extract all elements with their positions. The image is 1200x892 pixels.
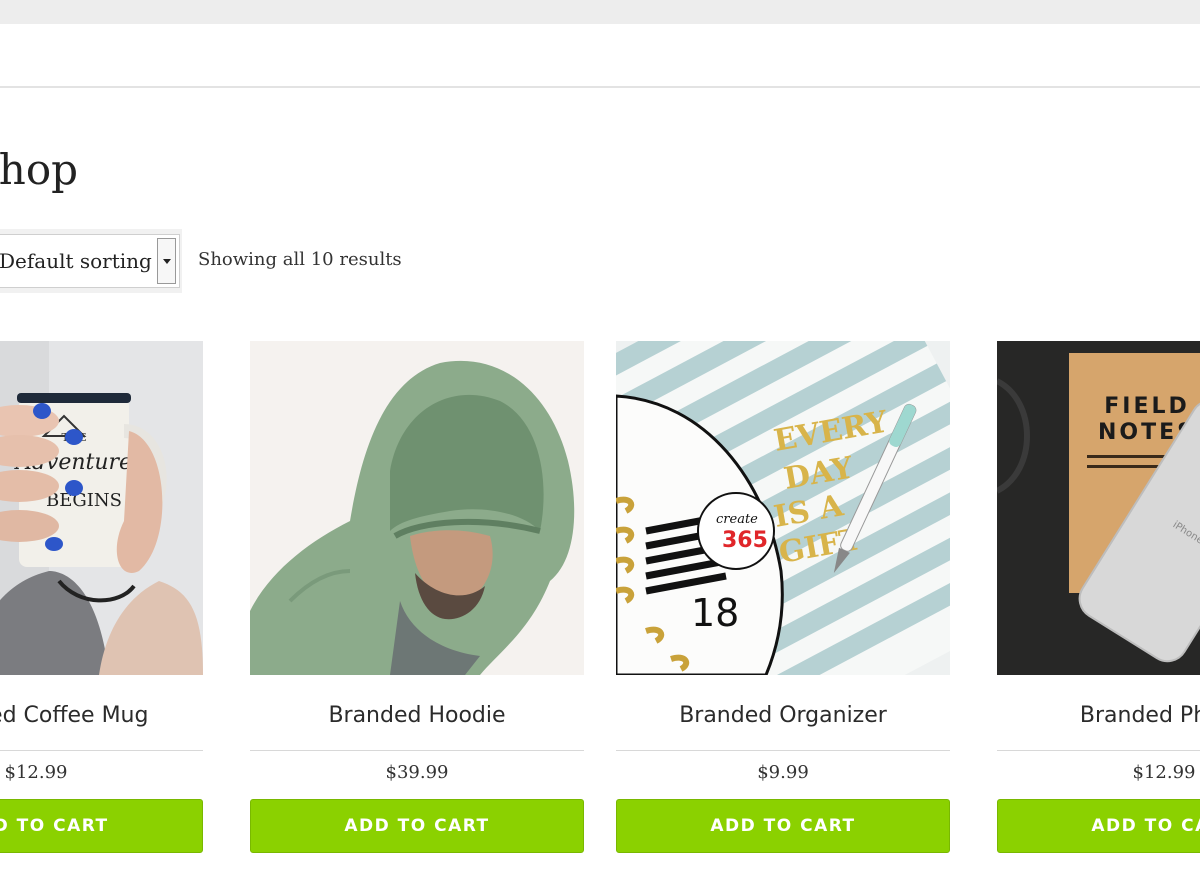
sort-control: Default sorting <box>0 229 182 293</box>
product-divider <box>997 750 1200 751</box>
product-image-organizer[interactable]: EVERY DAY IS A GIFT create 365 18 <box>616 341 950 675</box>
mug-text-begins: BEGINS <box>46 490 122 511</box>
organizer-text-365: 365 <box>722 528 768 553</box>
product-title[interactable]: Branded Coffee Mug <box>0 703 203 728</box>
product-title[interactable]: Branded Phone <box>997 703 1200 728</box>
product-divider <box>250 750 584 751</box>
shop-page: Shop Default sorting Showing all 10 resu… <box>0 0 1200 892</box>
product-card: FIELD NOTES iPhone Branded Phone $12.99 … <box>997 341 1200 853</box>
product-title[interactable]: Branded Organizer <box>616 703 950 728</box>
sort-select[interactable]: Default sorting <box>0 234 180 288</box>
product-image-phone[interactable]: FIELD NOTES iPhone <box>997 341 1200 675</box>
product-divider <box>0 750 203 751</box>
product-image-hoodie[interactable] <box>250 341 584 675</box>
product-price: $9.99 <box>757 762 809 783</box>
product-card: Branded Hoodie $39.99 ADD TO CART <box>250 341 584 853</box>
organizer-text-18: 18 <box>691 591 739 635</box>
add-to-cart-button[interactable]: ADD TO CART <box>997 799 1200 853</box>
dropdown-arrow-icon[interactable] <box>157 238 176 284</box>
phone-text-field: FIELD <box>1104 394 1190 419</box>
product-card: THE Adventure BEGINS Branded Coffee Mug … <box>0 341 203 853</box>
add-to-cart-button[interactable]: ADD TO CART <box>0 799 203 853</box>
product-card: EVERY DAY IS A GIFT create 365 18 Brande… <box>616 341 950 853</box>
product-price: $12.99 <box>1132 762 1196 783</box>
product-image-mug[interactable]: THE Adventure BEGINS <box>0 341 203 675</box>
sort-selected-value: Default sorting <box>0 249 152 273</box>
product-price: $12.99 <box>4 762 68 783</box>
header-divider <box>0 86 1200 88</box>
product-divider <box>616 750 950 751</box>
add-to-cart-button[interactable]: ADD TO CART <box>616 799 950 853</box>
result-count: Showing all 10 results <box>198 249 402 270</box>
product-title[interactable]: Branded Hoodie <box>250 703 584 728</box>
organizer-text-create: create <box>716 512 758 527</box>
top-bar <box>0 0 1200 24</box>
page-title: Shop <box>0 145 78 194</box>
add-to-cart-button[interactable]: ADD TO CART <box>250 799 584 853</box>
product-price: $39.99 <box>385 762 449 783</box>
